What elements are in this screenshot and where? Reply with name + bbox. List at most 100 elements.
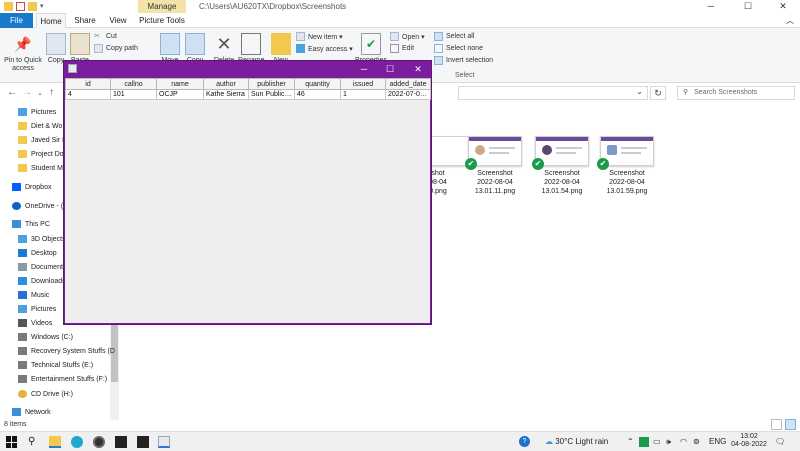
search-icon[interactable]: ⚲ (28, 436, 40, 448)
maximize-button[interactable]: ☐ (731, 0, 765, 13)
nav-item[interactable]: Dropbox (12, 183, 51, 191)
edge-browser-icon[interactable] (71, 436, 83, 448)
java-minimize-button[interactable]: ─ (354, 62, 374, 76)
back-arrow-icon[interactable]: ← (7, 87, 17, 98)
address-dropdown[interactable]: ⌄ (458, 86, 648, 100)
tab-home[interactable]: Home (36, 13, 66, 28)
language-indicator[interactable]: ENG (709, 437, 726, 446)
clock[interactable]: 13:02 04-08-2022 (731, 433, 767, 449)
network-status-icon[interactable]: ⊚ (693, 437, 700, 446)
file-name-line: 13.01.11.png (474, 188, 516, 195)
file-item[interactable]: ✔ Screenshot 2022-08-04 13.01.54.png (532, 136, 592, 196)
volume-icon[interactable]: 🕪 (666, 437, 671, 447)
terminal-icon[interactable] (115, 436, 127, 448)
copy-path-button[interactable]: Copy path (94, 44, 138, 53)
nav-item[interactable]: Javed Sir N (18, 136, 67, 144)
java-window-title-bar[interactable]: ─ ☐ ✕ (64, 61, 431, 77)
refresh-button[interactable]: ↻ (650, 86, 666, 100)
table-cell[interactable]: 2022-07-06... (385, 89, 431, 100)
forward-arrow-icon[interactable]: → (22, 87, 32, 98)
chevron-down-icon[interactable]: ▾ (40, 2, 45, 11)
file-explorer-icon[interactable] (49, 436, 61, 448)
clock-time: 13:02 (740, 433, 758, 440)
close-button[interactable]: ✕ (766, 0, 800, 13)
nav-item[interactable]: Windows (C:) (18, 333, 73, 341)
weather-widget[interactable]: ☁ 30°C Light rain (545, 437, 608, 446)
tab-view[interactable]: View (103, 13, 133, 28)
delete-icon: ✕ (216, 34, 232, 54)
java-app-taskbar-icon[interactable] (158, 436, 170, 448)
column-header[interactable]: issued (340, 78, 386, 90)
nav-item[interactable]: Music (18, 291, 49, 299)
tray-monitor-icon[interactable]: ▭ (653, 437, 661, 446)
column-header[interactable]: id (65, 78, 111, 90)
nav-item[interactable]: Desktop (18, 249, 57, 257)
new-folder-icon[interactable] (28, 2, 37, 11)
nav-item[interactable]: Pictures (18, 305, 56, 313)
new-item-button[interactable]: New item ▾ (296, 32, 343, 41)
notifications-icon[interactable]: 🗨 (775, 437, 785, 446)
nav-item[interactable]: Videos (18, 319, 52, 327)
column-header[interactable]: added_date (385, 78, 431, 90)
table-cell[interactable]: Sun Publica... (248, 89, 295, 100)
nav-item[interactable]: This PC (12, 220, 50, 228)
column-header[interactable]: name (156, 78, 204, 90)
file-item[interactable]: ✔ Screenshot 2022-08-04 13.01.11.png (465, 136, 525, 196)
nav-item[interactable]: OneDrive - ( (12, 202, 63, 210)
nav-item[interactable]: Recovery System Stuffs (D (18, 347, 115, 355)
table-cell[interactable]: 46 (294, 89, 341, 100)
nav-item[interactable]: Entertainment Stuffs (F:) (18, 375, 107, 383)
column-header[interactable]: quantity (294, 78, 341, 90)
invert-selection-button[interactable]: Invert selection (434, 56, 493, 65)
folder-icon (18, 150, 27, 158)
nav-item[interactable]: 3D Objects (18, 235, 66, 243)
recent-locations-icon[interactable]: ⌄ (37, 89, 43, 97)
easy-access-button[interactable]: Easy access ▾ (296, 44, 353, 53)
edit-button[interactable]: Edit (390, 44, 414, 53)
properties-icon[interactable] (16, 2, 25, 11)
command-prompt-icon[interactable] (137, 436, 149, 448)
nav-item[interactable]: Downloads (18, 277, 66, 285)
help-icon[interactable]: ? (519, 436, 530, 447)
nav-item[interactable]: Project Do (18, 150, 64, 158)
tab-picture-tools[interactable]: Picture Tools (138, 13, 186, 28)
show-hidden-icons[interactable]: ⌃ (627, 437, 634, 446)
column-header[interactable]: publisher (248, 78, 295, 90)
column-header[interactable]: callno (110, 78, 157, 90)
search-input[interactable]: ⚲ Search Screenshots (677, 86, 795, 100)
java-table-window[interactable]: ─ ☐ ✕ id callno name author publisher quantit… (63, 60, 432, 325)
large-icons-view-button[interactable] (785, 419, 796, 430)
minimize-button[interactable]: ─ (694, 0, 728, 13)
pin-to-quick-access-button[interactable]: 📌 Pin to Quick access (2, 33, 44, 73)
nav-item[interactable]: Documents (18, 263, 66, 271)
nav-item[interactable]: Pictures (18, 108, 56, 116)
cut-button[interactable]: ✂ Cut (94, 32, 117, 41)
column-header[interactable]: author (203, 78, 249, 90)
table-cell[interactable]: 1 (340, 89, 386, 100)
open-button[interactable]: Open ▾ (390, 32, 425, 41)
java-maximize-button[interactable]: ☐ (380, 62, 400, 76)
nav-item[interactable]: CD Drive (H:) (18, 390, 73, 398)
tab-share[interactable]: Share (70, 13, 100, 28)
obs-icon[interactable] (93, 436, 105, 448)
select-none-button[interactable]: Select none (434, 44, 483, 53)
up-arrow-icon[interactable]: ↑ (49, 87, 54, 98)
file-item[interactable]: ✔ Screenshot 2022-08-04 13.01.59.png (597, 136, 657, 196)
details-view-button[interactable] (771, 419, 782, 430)
table-cell[interactable]: 101 (110, 89, 157, 100)
wifi-icon[interactable]: ◠ (680, 437, 687, 446)
table-cell[interactable]: 4 (65, 89, 111, 100)
tray-app-icon[interactable] (639, 437, 649, 447)
nav-item[interactable]: Technical Stuffs (E:) (18, 361, 93, 369)
select-all-button[interactable]: Select all (434, 32, 474, 41)
table-cell[interactable]: Kathe Sierra (203, 89, 249, 100)
table-row[interactable]: 4 101 OCJP Kathe Sierra Sun Publica... 46 1 202… (65, 89, 431, 100)
table-cell[interactable]: OCJP (156, 89, 204, 100)
nav-item[interactable]: Student M (18, 164, 63, 172)
nav-item[interactable]: Network (12, 408, 51, 416)
ribbon-expand-icon[interactable]: ︿ (786, 15, 794, 26)
java-close-button[interactable]: ✕ (408, 62, 428, 76)
nav-item[interactable]: Diet & Wo (18, 122, 62, 130)
start-windows-icon[interactable] (6, 436, 18, 448)
tab-file[interactable]: File (0, 13, 33, 28)
